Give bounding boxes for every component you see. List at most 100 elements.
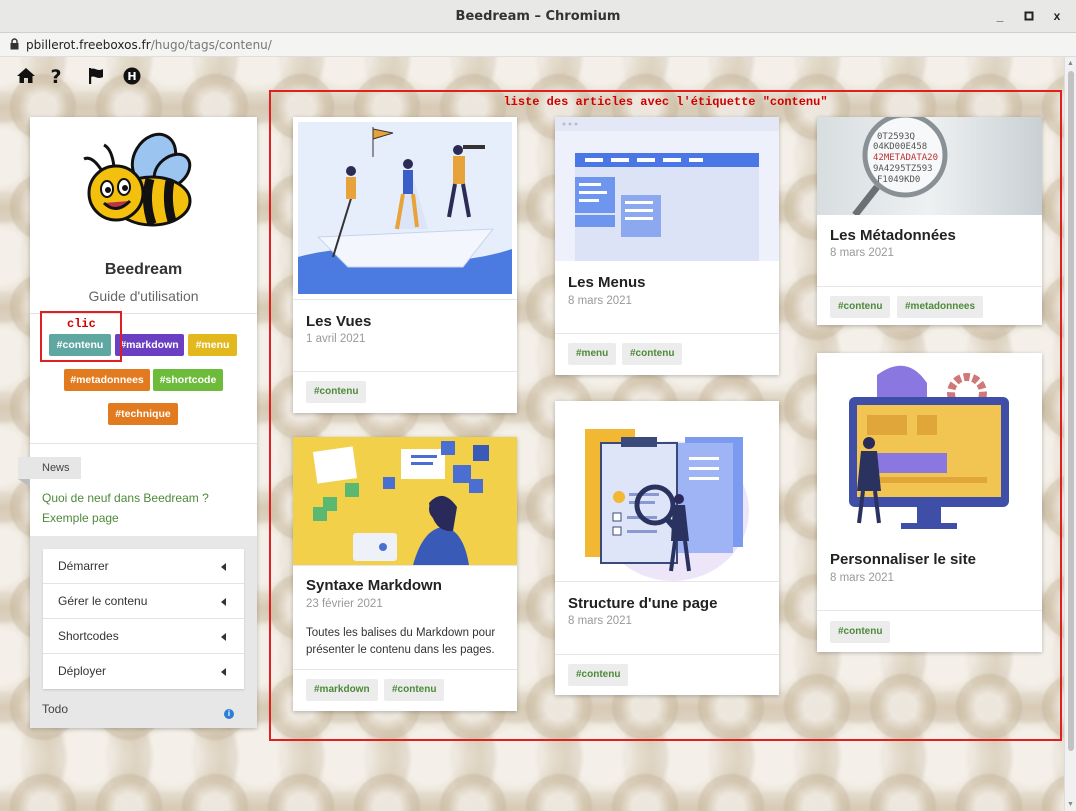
article-card[interactable]: Les Menus 8 mars 2021 #menu #contenu [555,117,779,375]
annotation-caption: liste des articles avec l'étiquette "con… [503,95,828,109]
hugo-icon[interactable]: H [122,66,142,86]
svg-text:04KD00E458: 04KD00E458 [873,142,927,152]
card-date: 8 mars 2021 [830,247,894,259]
card-tag[interactable]: #metadonnees [897,296,984,318]
menu-item-shortcodes[interactable]: Shortcodes [43,619,244,654]
tag-label: #menu [195,339,230,351]
card-date: 8 mars 2021 [568,295,632,307]
article-card[interactable]: Personnaliser le site 8 mars 2021 #conte… [817,353,1042,652]
home-icon[interactable] [16,66,36,86]
card-tag[interactable]: #contenu [622,343,683,365]
flag-icon[interactable] [86,66,106,86]
card-date: 8 mars 2021 [830,572,894,584]
card-illustration [555,117,779,261]
divider [817,610,1042,611]
svg-text:H: H [127,70,136,83]
menu-item-label: Démarrer [58,559,109,573]
card-tag[interactable]: #menu [568,343,617,365]
caret-left-icon [221,668,226,676]
card-title[interactable]: Personnaliser le site [830,551,976,568]
scrollbar[interactable]: ▲ ▼ [1064,57,1076,811]
divider [817,286,1042,287]
tag-shortcode[interactable]: #shortcode [153,369,223,391]
caret-left-icon [221,563,226,571]
article-card[interactable]: Les Vues 1 avril 2021 #contenu [293,117,517,413]
card-illustration [555,401,779,581]
news-link[interactable]: Exemple page [42,511,119,525]
card-title[interactable]: Les Vues [306,313,371,330]
menu-item-label: Shortcodes [58,629,119,643]
card-title[interactable]: Les Métadonnées [830,227,956,244]
help-icon[interactable]: ? [46,66,66,86]
url-text[interactable]: pbillerot.freeboxos.fr/hugo/tags/contenu… [26,38,272,52]
divider [30,443,257,444]
tag-metadonnees[interactable]: #metadonnees [64,369,150,391]
article-card[interactable]: Structure d'une page 8 mars 2021 #conten… [555,401,779,695]
card-tag[interactable]: #contenu [830,296,891,318]
card-tag[interactable]: #contenu [306,381,367,403]
card-title[interactable]: Syntaxe Markdown [306,577,442,594]
divider [555,581,779,582]
divider [293,565,517,566]
url-host: pbillerot.freeboxos.fr [26,38,151,52]
minimize-button[interactable]: _ [989,6,1011,26]
article-card[interactable]: 0T2593Q 04KD00E458 42METADATA20 9A4295TZ… [817,117,1042,325]
menu-item-label: Gérer le contenu [58,594,148,608]
news-link[interactable]: Quoi de neuf dans Beedream ? [42,491,209,505]
card-illustration: 0T2593Q 04KD00E458 42METADATA20 9A4295TZ… [817,117,1042,215]
window-titlebar: Beedream – Chromium _ x [0,0,1076,33]
tag-markdown[interactable]: #markdown [115,334,184,356]
info-icon[interactable]: i [224,709,234,719]
card-illustration [293,437,517,565]
card-title[interactable]: Structure d'une page [568,595,717,612]
news-tab: News [18,457,81,487]
card-description: Toutes les balises du Markdown pour prés… [306,627,496,656]
menu-item-label: Déployer [58,664,107,678]
article-card[interactable]: Syntaxe Markdown 23 février 2021 Toutes … [293,437,517,711]
card-title[interactable]: Les Menus [568,274,646,291]
todo-label: Todo [42,702,69,716]
tag-label: #technique [115,408,171,420]
menu-item-demarrer[interactable]: Démarrer [43,549,244,584]
url-path: /hugo/tags/contenu/ [150,38,272,52]
close-button[interactable]: x [1046,6,1068,26]
site-subtitle: Guide d'utilisation [88,288,199,304]
divider [555,333,779,334]
lock-icon [10,38,19,50]
address-bar[interactable]: pbillerot.freeboxos.fr/hugo/tags/contenu… [0,33,1076,57]
caret-left-icon [221,598,226,606]
maximize-icon [1024,11,1034,21]
card-tag[interactable]: #contenu [384,679,445,701]
card-date: 23 février 2021 [306,598,383,610]
maximize-button[interactable] [1018,6,1040,26]
card-tag[interactable]: #markdown [306,679,378,701]
window-title: Beedream – Chromium [455,9,621,24]
menu-item-deployer[interactable]: Déployer [43,654,244,689]
menu-item-gerer-contenu[interactable]: Gérer le contenu [43,584,244,619]
svg-text:?: ? [50,66,61,86]
bee-logo [83,132,192,227]
scroll-up-icon[interactable]: ▲ [1067,60,1074,67]
svg-text:0T2593Q: 0T2593Q [877,132,915,142]
card-illustration [293,117,517,299]
tag-menu[interactable]: #menu [188,334,237,356]
card-tag[interactable]: #contenu [830,621,891,643]
svg-text:42METADATA20: 42METADATA20 [873,153,938,163]
site-name: Beedream [104,261,183,278]
annotation-clic: clic [67,317,96,331]
caret-left-icon [221,633,226,641]
tag-label: #shortcode [159,374,217,386]
divider [293,669,517,670]
scrollbar-thumb[interactable] [1068,71,1074,751]
divider [555,654,779,655]
menu-list: Démarrer Gérer le contenu Shortcodes Dép… [43,549,244,689]
card-tag[interactable]: #contenu [568,664,629,686]
tag-technique[interactable]: #technique [108,403,178,425]
divider [293,371,517,372]
tag-label: #markdown [120,339,179,351]
scroll-down-icon[interactable]: ▼ [1067,801,1074,808]
card-date: 1 avril 2021 [306,333,366,345]
divider [293,299,517,300]
card-illustration [817,353,1042,535]
tag-label: #metadonnees [70,374,144,386]
